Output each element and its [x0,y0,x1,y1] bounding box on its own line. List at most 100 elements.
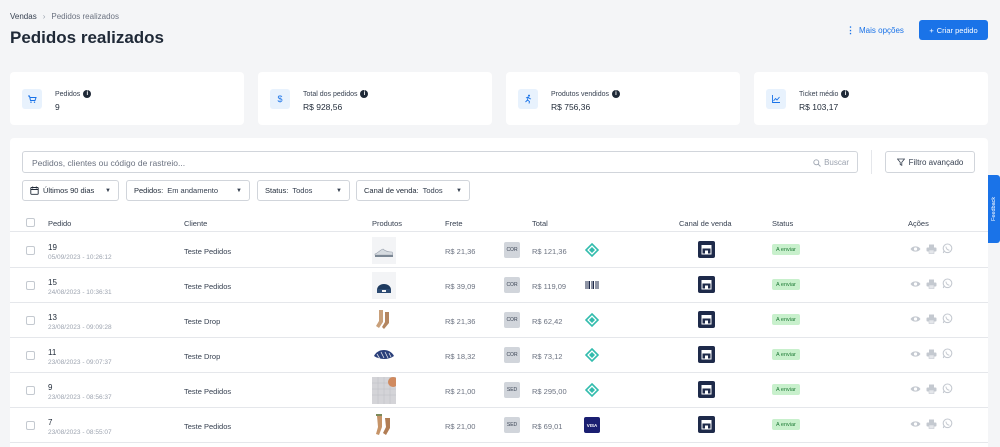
info-icon[interactable]: i [841,90,850,98]
product-thumbnail[interactable] [372,377,398,404]
whatsapp-button[interactable] [942,383,953,394]
store-channel-icon [698,241,715,258]
client-name[interactable]: Teste Pedidos [184,422,231,431]
print-order-button[interactable] [926,313,937,324]
table-row[interactable]: 7 23/08/2023 - 08:55:07 Teste Pedidos R$ 21… [10,408,988,443]
search-button[interactable]: Buscar [813,158,849,167]
order-number[interactable]: 7 [48,418,52,427]
stat-label: Total dos pedidos [303,90,358,98]
breadcrumb-separator: › [42,12,46,21]
row-checkbox[interactable] [26,386,35,395]
cart-icon [22,89,42,109]
view-order-button[interactable] [910,313,921,324]
store-channel-icon [698,311,715,328]
shipping-method-tag: SED [504,382,520,398]
order-number[interactable]: 19 [48,243,57,252]
product-thumbnail[interactable] [372,237,396,264]
freight-value: R$ 21,36 [445,317,476,326]
row-checkbox[interactable] [26,421,35,430]
eye-icon [910,315,921,322]
client-name[interactable]: Teste Pedidos [184,247,231,256]
product-thumbnail[interactable] [372,307,396,334]
advanced-filter-label: Filtro avançado [908,157,964,167]
pix-icon [585,348,599,362]
status-badge: A enviar [772,279,800,290]
row-checkbox[interactable] [26,351,35,360]
select-all-checkbox[interactable] [26,218,35,227]
print-order-button[interactable] [926,278,937,289]
column-total[interactable]: Total [532,219,548,228]
info-icon[interactable]: i [83,90,92,98]
search-placeholder: Pedidos, clientes ou código de rastreio.… [32,158,186,168]
search-button-label: Buscar [824,158,849,167]
client-name[interactable]: Teste Pedidos [184,282,231,291]
freight-value: R$ 21,36 [445,247,476,256]
orders-filter-label: Pedidos: [134,186,164,195]
column-order[interactable]: Pedido [48,219,71,228]
whatsapp-button[interactable] [942,418,953,429]
feedback-tab[interactable]: Feedback [988,175,1000,243]
print-order-button[interactable] [926,418,937,429]
caret-down-icon: ▼ [105,187,111,194]
stat-value: 9 [55,102,60,112]
caret-down-icon: ▼ [456,187,462,194]
order-total: R$ 62,42 [532,317,563,326]
whatsapp-button[interactable] [942,243,953,254]
more-options-button[interactable]: ⋮ Mais opções [846,25,904,36]
row-checkbox[interactable] [26,281,35,290]
view-order-button[interactable] [910,348,921,359]
status-filter[interactable]: Status: Todos ▼ [257,180,350,201]
period-value: Últimos 90 dias [43,186,95,195]
table-row[interactable]: 11 23/08/2023 - 09:07:37 Teste Drop R$ 18,3… [10,338,988,373]
pix-icon [585,313,599,327]
info-icon[interactable]: i [360,90,369,98]
table-row[interactable]: 19 05/09/2023 - 10:26:12 Teste Pedidos R$ 2… [10,233,988,268]
row-checkbox[interactable] [26,246,35,255]
order-number[interactable]: 15 [48,278,57,287]
whatsapp-button[interactable] [942,348,953,359]
table-row[interactable]: 9 23/08/2023 - 08:56:37 Teste Pedidos R$ 21… [10,373,988,408]
print-order-button[interactable] [926,348,937,359]
eye-icon [910,385,921,392]
search-input[interactable]: Pedidos, clientes ou código de rastreio.… [22,151,858,173]
product-thumbnail[interactable] [372,412,396,439]
column-freight[interactable]: Frete [445,219,463,228]
row-checkbox[interactable] [26,316,35,325]
row-actions [910,418,953,429]
period-filter[interactable]: Últimos 90 dias ▼ [22,180,119,201]
printer-icon [926,349,937,359]
stat-value: R$ 103,17 [799,102,839,112]
view-order-button[interactable] [910,418,921,429]
more-options-label: Mais opções [859,26,904,35]
product-thumbnail[interactable] [372,272,396,299]
view-order-button[interactable] [910,383,921,394]
info-icon[interactable]: i [611,90,620,98]
client-name[interactable]: Teste Drop [184,317,220,326]
order-number[interactable]: 11 [48,348,56,357]
channel-filter[interactable]: Canal de venda: Todos ▼ [356,180,470,201]
print-order-button[interactable] [926,383,937,394]
payment-method-icon [584,312,600,328]
column-status: Status [772,219,794,228]
whatsapp-button[interactable] [942,313,953,324]
stat-card-orders: Pedidos i 9 [10,72,244,125]
order-number[interactable]: 13 [48,313,57,322]
channel-filter-label: Canal de venda: [364,186,419,195]
orders-filter[interactable]: Pedidos: Em andamento ▼ [126,180,250,201]
client-name[interactable]: Teste Pedidos [184,387,231,396]
table-row[interactable]: 13 23/08/2023 - 09:09:28 Teste Drop R$ 21,3… [10,303,988,338]
order-number[interactable]: 9 [48,383,52,392]
client-name[interactable]: Teste Drop [184,352,220,361]
breadcrumb-vendas[interactable]: Vendas [10,12,37,21]
store-channel-icon [698,346,715,363]
product-thumbnail[interactable] [372,342,396,369]
advanced-filter-button[interactable]: Filtro avançado [885,151,975,173]
whatsapp-button[interactable] [942,278,953,289]
view-order-button[interactable] [910,243,921,254]
print-order-button[interactable] [926,243,937,254]
create-order-button[interactable]: + Criar pedido [919,20,988,40]
table-row[interactable]: 15 24/08/2023 - 10:36:31 Teste Pedidos R$ 3… [10,268,988,303]
freight-value: R$ 18,32 [445,352,476,361]
view-order-button[interactable] [910,278,921,289]
column-client[interactable]: Cliente [184,219,207,228]
